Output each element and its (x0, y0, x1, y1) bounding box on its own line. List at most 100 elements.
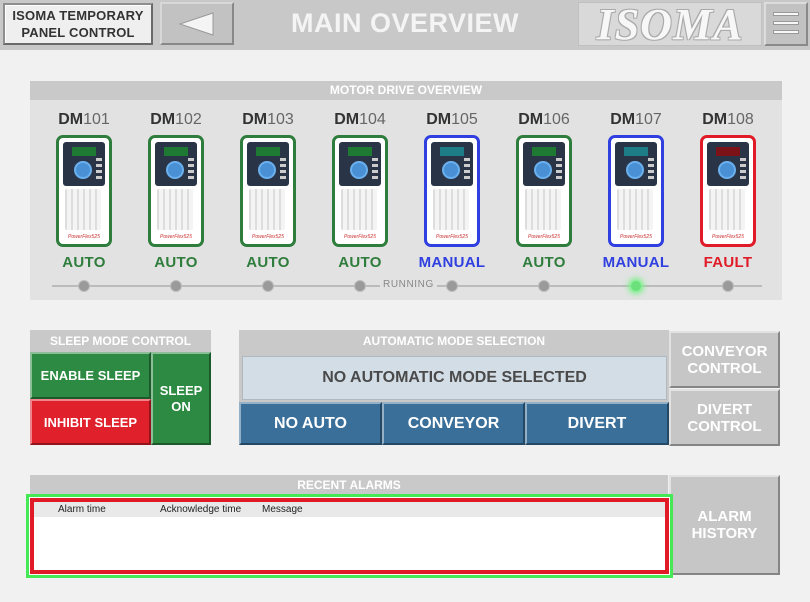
left-triangle-icon (178, 11, 214, 36)
drive-name: DM103 (233, 111, 303, 133)
drive-dm104: DM104 PowerFlex525 AUTO (325, 111, 395, 271)
drive-number: 104 (359, 111, 386, 128)
drive-dm106: DM106 PowerFlex525 AUTO (509, 111, 579, 271)
drive-prefix: DM (518, 111, 544, 128)
drive-brand-mark: PowerFlex525 (712, 234, 744, 240)
vfd-drive-icon[interactable]: PowerFlex525 (332, 135, 388, 247)
running-led-dm103 (262, 280, 274, 292)
panel-title-box: ISOMA TEMPORARY PANEL CONTROL (3, 3, 153, 45)
sleep-status-line2: ON (171, 398, 191, 414)
message-column[interactable]: Message (262, 504, 303, 515)
drive-number: 106 (543, 111, 570, 128)
vfd-drive-icon[interactable]: PowerFlex525 (608, 135, 664, 247)
drive-dm102: DM102 PowerFlex525 AUTO (141, 111, 211, 271)
panel-title-line1: ISOMA TEMPORARY (12, 8, 144, 23)
motor-drive-overview-panel: MOTOR DRIVE OVERVIEW DM101 PowerFlex525 AU… (30, 81, 782, 300)
inhibit-sleep-button[interactable]: INHIBIT SLEEP (30, 399, 151, 445)
sleep-mode-control-title: SLEEP MODE CONTROL (30, 330, 211, 352)
alarm-table-header: Alarm time Acknowledge time Message (34, 502, 665, 517)
vfd-drive-icon[interactable]: PowerFlex525 (148, 135, 204, 247)
vfd-drive-icon[interactable]: PowerFlex525 (516, 135, 572, 247)
drive-number: 102 (175, 111, 202, 128)
drive-prefix: DM (58, 111, 84, 128)
back-button[interactable] (160, 2, 234, 45)
alarm-history-line1: ALARM (697, 508, 752, 525)
running-label: RUNNING (380, 279, 437, 290)
drive-status-label: AUTO (246, 254, 290, 271)
drive-status-label: AUTO (154, 254, 198, 271)
drive-name: DM104 (325, 111, 395, 133)
alarm-table[interactable]: Alarm time Acknowledge time Message (30, 498, 669, 574)
automatic-mode-display: NO AUTOMATIC MODE SELECTED (242, 356, 667, 400)
sleep-status-indicator: SLEEP ON (151, 352, 211, 445)
no-auto-button[interactable]: NO AUTO (239, 402, 382, 445)
vfd-drive-icon[interactable]: PowerFlex525 (240, 135, 296, 247)
isoma-logo: ISOMA (578, 0, 762, 49)
drive-brand-mark: PowerFlex525 (528, 234, 560, 240)
drive-prefix: DM (426, 111, 452, 128)
vfd-drive-icon[interactable]: PowerFlex525 (424, 135, 480, 247)
drive-name: DM107 (601, 111, 671, 133)
drive-name: DM105 (417, 111, 487, 133)
sleep-status-line1: SLEEP (159, 382, 203, 398)
acknowledge-time-column[interactable]: Acknowledge time (160, 504, 241, 515)
running-led-dm107 (630, 280, 642, 292)
running-led-dm105 (446, 280, 458, 292)
drive-brand-mark: PowerFlex525 (160, 234, 192, 240)
drive-status-label: MANUAL (602, 254, 670, 271)
divert-control-button[interactable]: DIVERT CONTROL (669, 389, 780, 446)
drive-dm108: DM108 PowerFlex525 FAULT (693, 111, 763, 271)
conveyor-mode-button[interactable]: CONVEYOR (382, 402, 525, 445)
drive-status-label: MANUAL (418, 254, 486, 271)
running-led-dm108 (722, 280, 734, 292)
alarm-history-button[interactable]: ALARM HISTORY (669, 475, 780, 575)
automatic-mode-selection-title: AUTOMATIC MODE SELECTION (239, 330, 669, 352)
alarm-time-column[interactable]: Alarm time (58, 504, 106, 515)
running-led-dm102 (170, 280, 182, 292)
drive-dm103: DM103 PowerFlex525 AUTO (233, 111, 303, 271)
drive-brand-mark: PowerFlex525 (252, 234, 284, 240)
enable-sleep-button[interactable]: ENABLE SLEEP (30, 352, 151, 399)
drive-dm101: DM101 PowerFlex525 AUTO (49, 111, 119, 271)
alarm-history-line2: HISTORY (691, 525, 758, 542)
drive-name: DM106 (509, 111, 579, 133)
drive-prefix: DM (242, 111, 268, 128)
drive-dm107: DM107 PowerFlex525 MANUAL (601, 111, 671, 271)
drive-brand-mark: PowerFlex525 (68, 234, 100, 240)
header-bar: ISOMA TEMPORARY PANEL CONTROL MAIN OVERV… (0, 0, 810, 50)
drive-number: 105 (451, 111, 478, 128)
conveyor-control-button[interactable]: CONVEYOR CONTROL (669, 331, 780, 388)
drive-number: 101 (83, 111, 110, 128)
running-led-dm104 (354, 280, 366, 292)
drive-status-label: AUTO (62, 254, 106, 271)
drive-number: 108 (727, 111, 754, 128)
divert-control-line1: DIVERT (696, 400, 752, 418)
drive-prefix: DM (150, 111, 176, 128)
drive-status-label: FAULT (703, 254, 753, 271)
recent-alarms-title: RECENT ALARMS (30, 475, 668, 495)
page-title: MAIN OVERVIEW (290, 8, 520, 38)
drive-prefix: DM (702, 111, 728, 128)
drive-name: DM101 (49, 111, 119, 133)
recent-alarms-header: RECENT ALARMS (30, 475, 668, 495)
drive-name: DM102 (141, 111, 211, 133)
drive-number: 107 (635, 111, 662, 128)
drive-brand-mark: PowerFlex525 (344, 234, 376, 240)
vfd-drive-icon[interactable]: PowerFlex525 (700, 135, 756, 247)
divert-control-line2: CONTROL (687, 417, 762, 435)
sleep-mode-control-panel: SLEEP MODE CONTROL ENABLE SLEEP INHIBIT … (30, 330, 211, 445)
vfd-drive-icon[interactable]: PowerFlex525 (56, 135, 112, 247)
motor-drive-overview-title: MOTOR DRIVE OVERVIEW (30, 81, 782, 100)
drive-brand-mark: PowerFlex525 (436, 234, 468, 240)
divert-mode-button[interactable]: DIVERT (525, 402, 669, 445)
automatic-mode-selection-panel: AUTOMATIC MODE SELECTION NO AUTOMATIC MO… (239, 330, 669, 445)
running-led-dm106 (538, 280, 550, 292)
drive-name: DM108 (693, 111, 763, 133)
drive-prefix: DM (334, 111, 360, 128)
running-led-dm101 (78, 280, 90, 292)
menu-button[interactable] (764, 2, 808, 46)
panel-title-line2: PANEL CONTROL (21, 25, 135, 40)
conveyor-control-line2: CONTROL (687, 359, 762, 377)
drive-status-label: AUTO (338, 254, 382, 271)
conveyor-control-line1: CONVEYOR (681, 342, 768, 360)
